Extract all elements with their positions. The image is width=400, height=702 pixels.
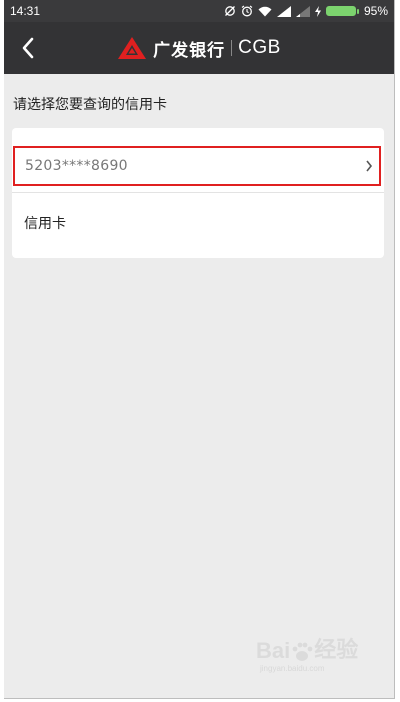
bank-name-en: CGB — [238, 37, 281, 58]
alarm-icon — [241, 5, 253, 17]
back-button[interactable] — [10, 30, 46, 66]
chevron-right-icon — [366, 160, 373, 172]
baidu-watermark: Bai 经验 — [256, 632, 358, 664]
status-time: 14:31 — [10, 4, 41, 18]
card-divider — [12, 192, 384, 193]
card-selection-panel: 5203****8690 信用卡 — [12, 128, 384, 258]
signal-weak-icon — [295, 5, 310, 17]
cgb-logo-icon — [118, 37, 147, 59]
paw-icon — [292, 642, 313, 661]
watermark-brand: Bai — [256, 638, 291, 663]
watermark-url: jingyan.baidu.com — [260, 664, 325, 673]
chevron-left-icon — [22, 37, 34, 59]
status-bar: 14:31 95% — [4, 0, 394, 22]
watermark-tail: 经验 — [314, 637, 359, 662]
battery-icon — [325, 6, 359, 16]
status-icons: 95% — [224, 4, 388, 18]
nav-bar: 广发银行 CGB — [4, 22, 394, 74]
page-prompt: 请选择您要查询的信用卡 — [13, 97, 167, 113]
bank-brand: 广发银行 CGB — [117, 36, 281, 61]
card-type-label: 信用卡 — [24, 216, 66, 232]
card-row: 5203****8690 — [12, 139, 384, 192]
wifi-icon — [258, 6, 272, 16]
brand-separator — [231, 40, 233, 56]
card-number-selector[interactable]: 5203****8690 — [13, 146, 381, 186]
sync-off-icon — [225, 6, 235, 16]
charging-icon — [314, 5, 321, 17]
signal-icon — [276, 5, 291, 17]
phone-screen: 14:31 95% 广发银行 CGB 请选择您要查询的信用卡 5203****8… — [4, 0, 395, 699]
bank-name-cn: 广发银行 — [153, 40, 226, 61]
card-number: 5203****8690 — [25, 158, 128, 174]
battery-percent: 95% — [363, 4, 388, 18]
